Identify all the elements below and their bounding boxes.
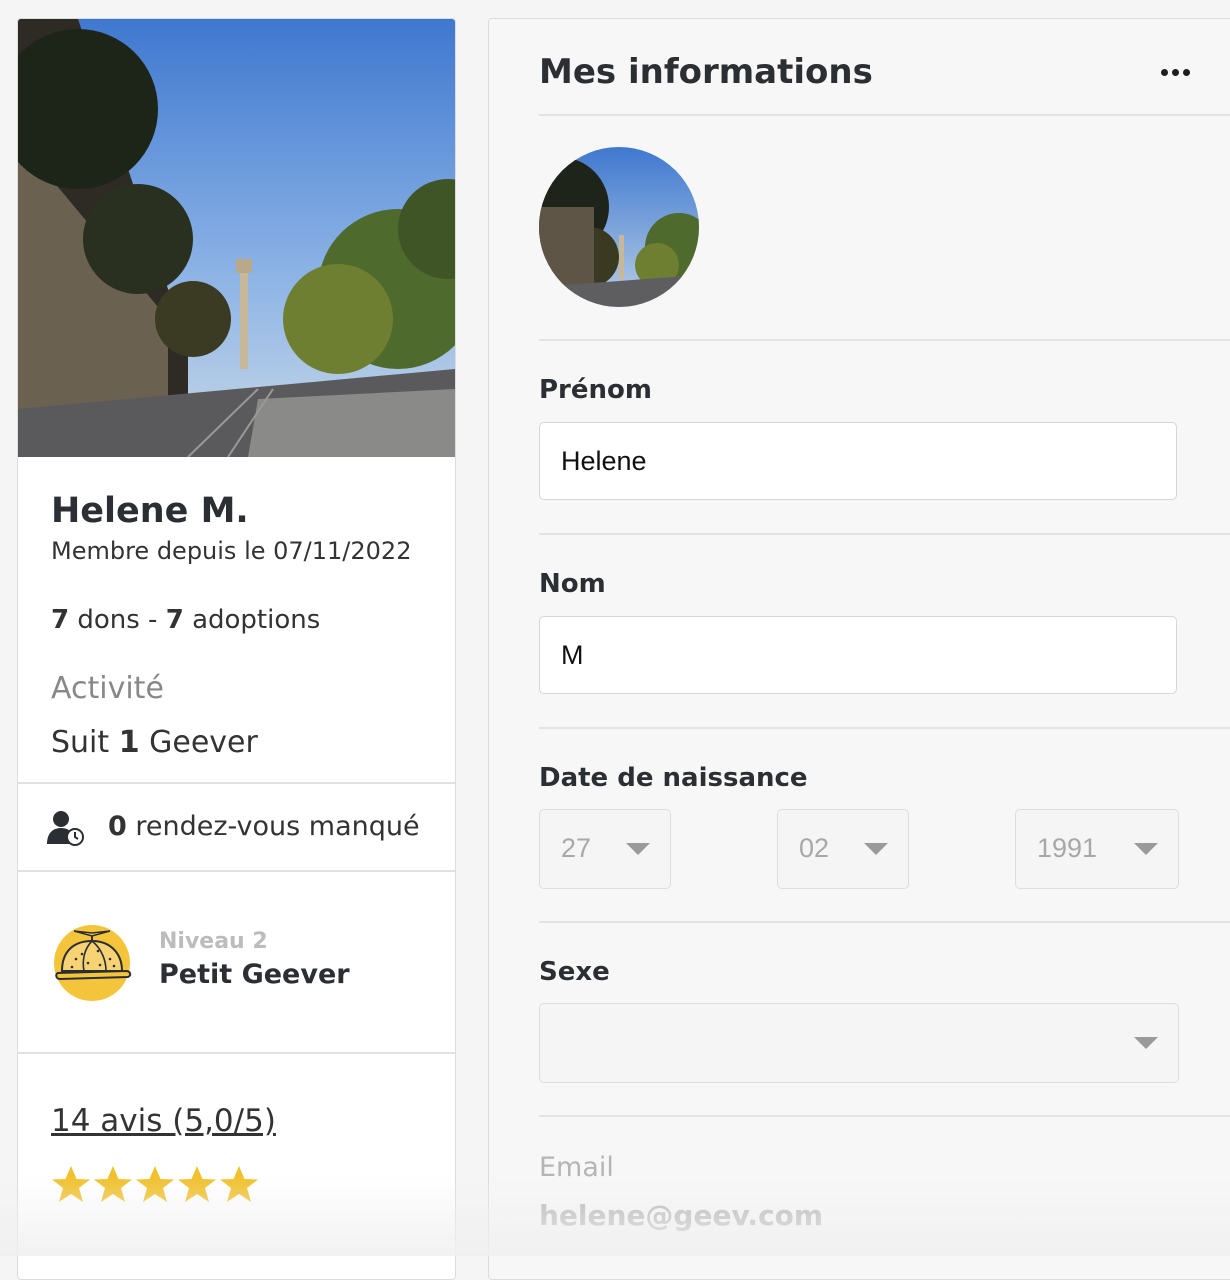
birth-year-select[interactable]: 1991 bbox=[1015, 809, 1179, 889]
divider bbox=[539, 1115, 1230, 1117]
missed-label: rendez-vous manqué bbox=[126, 811, 420, 842]
star-icon bbox=[94, 1166, 132, 1202]
sex-select[interactable] bbox=[539, 1003, 1179, 1083]
donations-label: dons - bbox=[69, 605, 166, 635]
activity-title: Activité bbox=[51, 671, 164, 706]
star-icon bbox=[52, 1166, 90, 1202]
rating-stars bbox=[51, 1163, 259, 1211]
birthdate-label: Date de naissance bbox=[539, 763, 808, 793]
divider bbox=[18, 870, 455, 872]
divider bbox=[539, 727, 1230, 729]
user-clock-icon bbox=[47, 811, 84, 846]
birth-day-value: 27 bbox=[561, 833, 592, 863]
avatar[interactable] bbox=[539, 147, 699, 307]
follows-prefix: Suit bbox=[51, 725, 119, 760]
chevron-down-icon bbox=[626, 843, 650, 855]
more-dots-icon[interactable] bbox=[1155, 59, 1195, 85]
divider bbox=[539, 339, 1230, 341]
birth-month-value: 02 bbox=[799, 833, 830, 863]
donations-count: 7 bbox=[51, 605, 70, 635]
profile-card: Helene M. Membre depuis le 07/11/2022 7 … bbox=[17, 18, 456, 1280]
my-info-panel: Mes informations Prénom Nom Date de nai bbox=[488, 18, 1230, 1280]
first-name-label: Prénom bbox=[539, 375, 652, 405]
chevron-down-icon bbox=[1134, 843, 1158, 855]
panel-title: Mes informations bbox=[539, 52, 873, 92]
missed-appointments: 0 rendez-vous manqué bbox=[108, 811, 420, 842]
follows-number: 1 bbox=[118, 725, 140, 760]
missed-count: 0 bbox=[108, 811, 127, 842]
email-value: helene@geev.com bbox=[539, 1199, 824, 1232]
follows-count: Suit 1 Geever bbox=[51, 725, 258, 760]
level-number: Niveau 2 bbox=[159, 929, 268, 954]
profile-stats: 7 dons - 7 adoptions bbox=[51, 605, 320, 635]
birth-day-select[interactable]: 27 bbox=[539, 809, 671, 889]
birth-year-value: 1991 bbox=[1037, 833, 1098, 863]
profile-name: Helene M. bbox=[51, 491, 249, 531]
divider bbox=[539, 533, 1230, 535]
cover-photo bbox=[18, 19, 455, 457]
star-icon bbox=[136, 1166, 174, 1202]
first-name-field[interactable] bbox=[539, 422, 1177, 500]
propeller-cap-icon bbox=[54, 925, 132, 1001]
birth-month-select[interactable]: 02 bbox=[777, 809, 909, 889]
chevron-down-icon bbox=[1134, 1037, 1158, 1049]
last-name-label: Nom bbox=[539, 569, 606, 599]
divider bbox=[539, 921, 1230, 923]
level-name: Petit Geever bbox=[159, 959, 350, 990]
divider bbox=[539, 114, 1230, 116]
sex-label: Sexe bbox=[539, 957, 610, 987]
follows-suffix: Geever bbox=[139, 725, 258, 760]
star-icon bbox=[178, 1166, 216, 1202]
chevron-down-icon bbox=[864, 843, 888, 855]
member-since: Membre depuis le 07/11/2022 bbox=[51, 537, 412, 565]
email-label: Email bbox=[539, 1152, 614, 1183]
last-name-field[interactable] bbox=[539, 616, 1177, 694]
adoptions-label: adoptions bbox=[183, 605, 321, 635]
divider bbox=[18, 782, 455, 784]
reviews-link[interactable]: 14 avis (5,0/5) bbox=[51, 1103, 276, 1139]
star-icon bbox=[220, 1166, 258, 1202]
adoptions-count: 7 bbox=[165, 605, 184, 635]
divider bbox=[18, 1052, 455, 1054]
